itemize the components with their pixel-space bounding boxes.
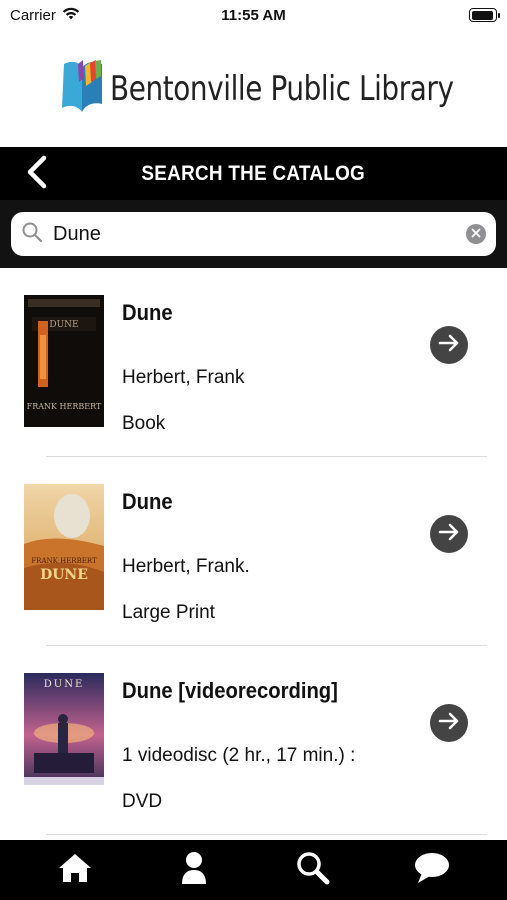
- cover-author-text: FRANK HERBERT: [31, 557, 97, 565]
- library-logo-text: Bentonville Public Library: [109, 68, 454, 109]
- divider: [46, 834, 487, 835]
- chevron-left-icon: [25, 154, 49, 195]
- cover-title-text: DUNE: [49, 320, 78, 330]
- result-description: 1 videodisc (2 hr., 17 min.) :: [122, 745, 356, 766]
- navigation-bar: SEARCH THE CATALOG: [0, 147, 507, 200]
- status-bar: Carrier 11:55 AM: [0, 0, 507, 30]
- list-item[interactable]: FRANK HERBERT DUNE Dune Herbert, Frank. …: [0, 457, 507, 646]
- list-item[interactable]: DUNE FRANK HERBERT Dune Herbert, Frank B…: [0, 268, 507, 457]
- clear-icon: [471, 225, 481, 243]
- arrow-right-icon: [437, 522, 461, 547]
- battery-icon: [469, 8, 500, 22]
- battery-level: [471, 10, 494, 20]
- library-header: Bentonville Public Library: [0, 30, 507, 147]
- book-logo-icon: [58, 56, 106, 121]
- dvd-cover-image: DUNE: [24, 673, 104, 805]
- result-author: Herbert, Frank: [122, 367, 245, 388]
- back-button[interactable]: [20, 155, 54, 193]
- result-title: Dune: [122, 489, 173, 514]
- person-icon: [180, 851, 208, 890]
- result-title: Dune: [122, 300, 173, 325]
- book-cover-image: FRANK HERBERT DUNE: [24, 484, 104, 616]
- home-icon: [58, 852, 92, 889]
- page-title: SEARCH THE CATALOG: [141, 161, 366, 185]
- search-icon: [21, 221, 43, 248]
- tab-search[interactable]: [283, 840, 343, 900]
- cover-author-text: FRANK HERBERT: [27, 402, 102, 411]
- list-item[interactable]: DUNE Dune [videorecording] 1 videodisc (…: [0, 646, 507, 835]
- result-format: DVD: [122, 791, 163, 812]
- clear-search-button[interactable]: [466, 224, 486, 244]
- results-list: DUNE FRANK HERBERT Dune Herbert, Frank B…: [0, 268, 507, 840]
- result-title: Dune [videorecording]: [122, 678, 338, 703]
- tab-home[interactable]: [45, 840, 105, 900]
- open-result-button[interactable]: [430, 704, 468, 742]
- tab-chat[interactable]: [402, 840, 462, 900]
- wifi-icon: [62, 7, 80, 24]
- cover-title-text: DUNE: [44, 679, 85, 690]
- result-format: Book: [122, 413, 166, 434]
- tab-account[interactable]: [164, 840, 224, 900]
- search-icon: [296, 851, 330, 890]
- result-format: Large Print: [122, 602, 215, 623]
- book-cover-image: DUNE FRANK HERBERT: [24, 295, 104, 427]
- search-bar: [0, 200, 507, 268]
- search-input[interactable]: [53, 222, 433, 246]
- status-left: Carrier: [10, 7, 80, 24]
- arrow-right-icon: [437, 711, 461, 736]
- result-author: Herbert, Frank.: [122, 556, 250, 577]
- open-result-button[interactable]: [430, 515, 468, 553]
- chat-icon: [414, 852, 450, 889]
- tab-bar: [0, 840, 507, 900]
- open-result-button[interactable]: [430, 326, 468, 364]
- cover-title-text: DUNE: [40, 567, 88, 583]
- arrow-right-icon: [437, 333, 461, 358]
- search-field[interactable]: [11, 212, 496, 256]
- carrier-label: Carrier: [10, 6, 56, 24]
